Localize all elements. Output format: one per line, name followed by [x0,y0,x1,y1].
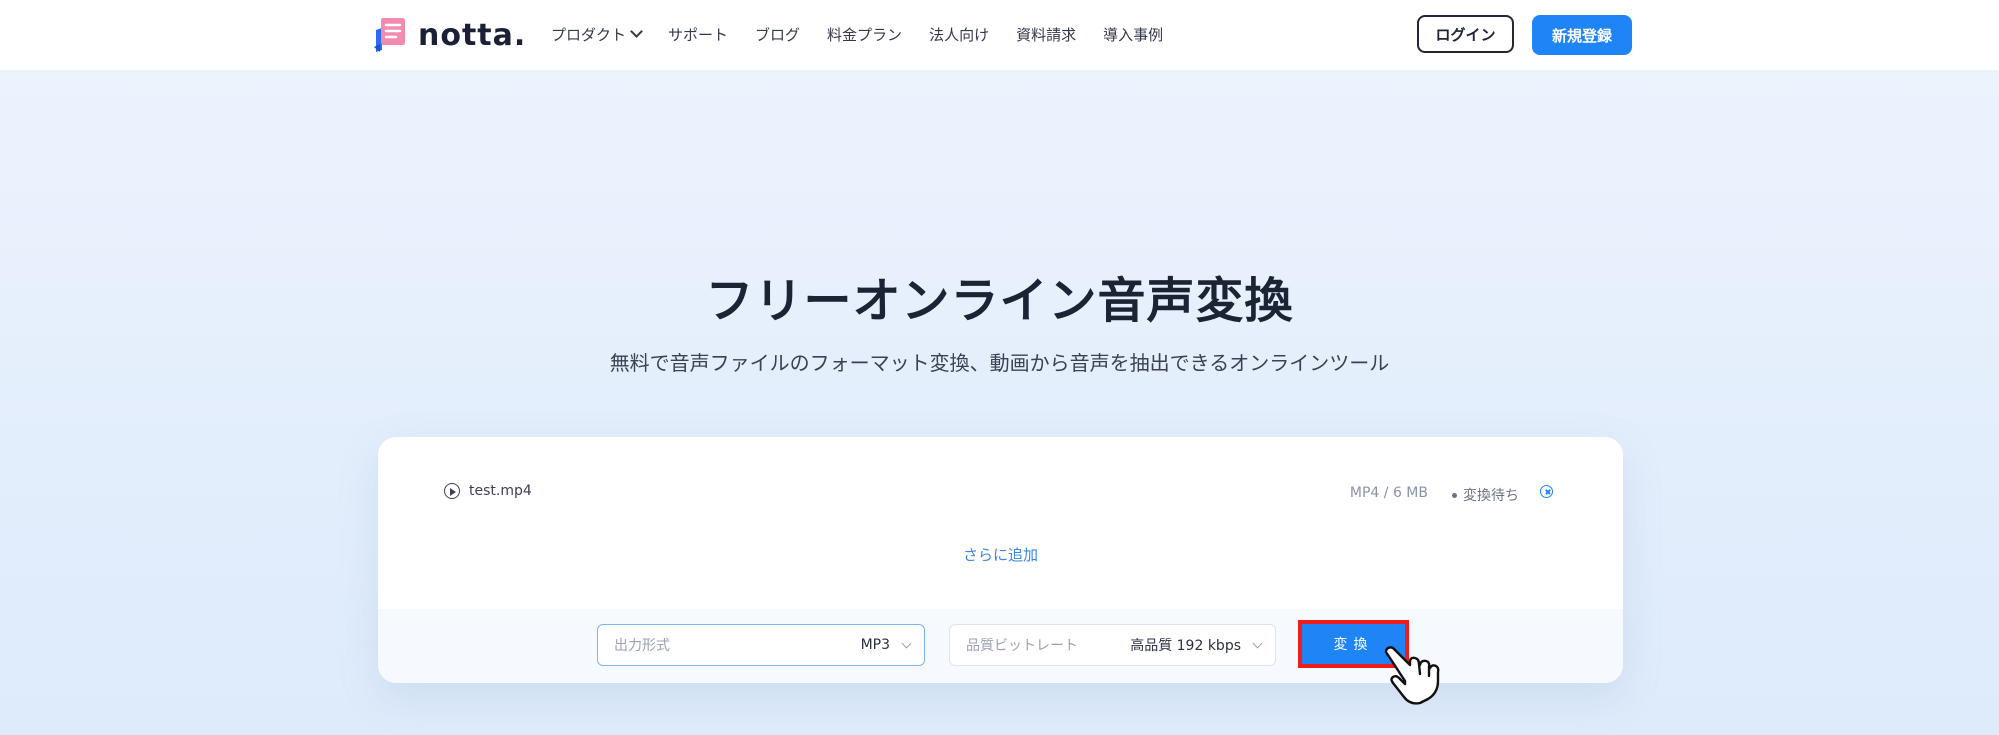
play-circle-icon[interactable] [444,483,460,499]
main-nav: プロダクト サポート ブログ 料金プラン 法人向け 資料請求 導入事例 [551,24,1190,45]
nav-item-label: 導入事例 [1103,26,1164,44]
file-status-text: 変換待ち [1463,488,1519,504]
output-format-value: MP3 [860,637,890,653]
nav-item-product[interactable]: プロダクト [551,24,643,45]
chevron-down-icon [901,638,912,649]
chevron-down-icon [1252,638,1263,649]
chevron-down-icon [630,25,643,38]
login-button[interactable]: ログイン [1417,15,1514,53]
page-subtitle: 無料で音声ファイルのフォーマット変換、動画から音声を抽出できるオンラインツール [609,351,1390,375]
bitrate-select[interactable]: 品質ビットレート 高品質 192 kbps [949,624,1276,666]
hero-section: フリーオンライン音声変換 無料で音声ファイルのフォーマット変換、動画から音声を抽… [0,71,1999,735]
nav-item-label: 法人向け [929,26,990,44]
bitrate-value: 高品質 192 kbps [1130,638,1241,654]
nav-item-business[interactable]: 法人向け [929,24,989,45]
nav-item-label: 料金プラン [827,26,903,44]
output-format-select[interactable]: 出力形式 MP3 [597,624,925,666]
bitrate-label: 品質ビットレート [966,638,1078,654]
file-name: test.mp4 [469,483,532,499]
nav-item-label: サポート [668,26,729,44]
nav-item-label: ブログ [755,26,801,44]
file-item: test.mp4 [444,483,532,499]
site-header: notta. プロダクト サポート ブログ 料金プラン 法人向け 資料請求 導入… [0,0,1999,71]
nav-item-pricing[interactable]: 料金プラン [827,24,902,45]
signup-button[interactable]: 新規登録 [1532,15,1632,55]
add-more-link[interactable]: さらに追加 [378,544,1623,565]
file-meta: MP4 / 6 MB [1349,485,1428,501]
page-title: フリーオンライン音声変換 [705,273,1294,329]
nav-item-support[interactable]: サポート [668,24,728,45]
file-status: 変換待ち [1452,485,1519,505]
nav-item-case-studies[interactable]: 導入事例 [1103,24,1163,45]
hand-pointer-icon [1384,646,1440,705]
output-format-label: 出力形式 [614,638,670,654]
nav-item-documents[interactable]: 資料請求 [1016,24,1076,45]
notta-logo-icon [374,18,405,52]
nav-item-label: プロダクト [551,26,627,44]
nav-item-label: 資料請求 [1016,26,1077,44]
close-circle-icon[interactable] [1540,485,1553,498]
logo-text: notta. [418,17,527,53]
status-dot-icon [1452,492,1457,498]
nav-item-blog[interactable]: ブログ [755,24,800,45]
notta-logo[interactable]: notta. [372,16,526,54]
